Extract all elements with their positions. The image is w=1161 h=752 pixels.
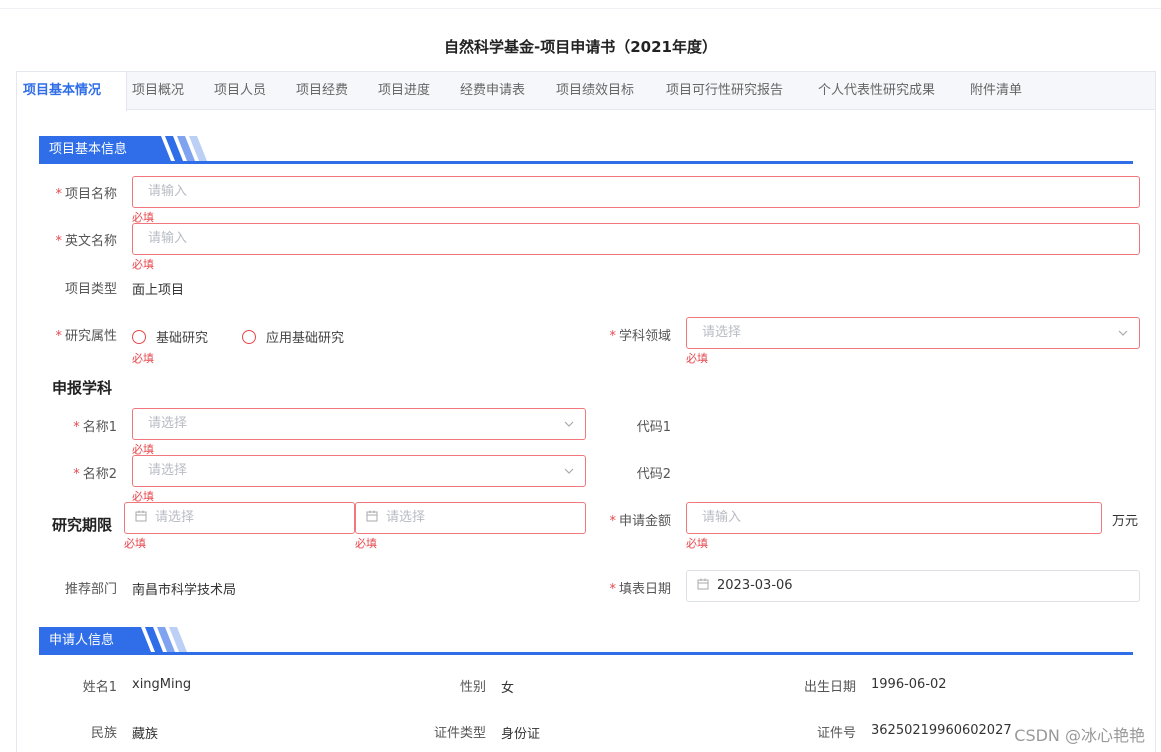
- section-header-basic: 项目基本信息: [39, 136, 1133, 164]
- english-name-input[interactable]: 请输入: [132, 223, 1140, 255]
- tab-personal-achievements[interactable]: 个人代表性研究成果: [818, 72, 935, 110]
- tab-project-overview[interactable]: 项目概况: [132, 72, 184, 110]
- radio-applied-research[interactable]: 应用基础研究: [242, 327, 344, 346]
- name2-select[interactable]: 请选择: [132, 455, 586, 487]
- project-name-label: * 项目名称: [55, 187, 117, 202]
- name2-label: * 名称2: [73, 467, 117, 482]
- radio-basic-research[interactable]: 基础研究: [132, 327, 208, 346]
- declare-subject-title: 申报学科: [52, 379, 113, 397]
- section-title: 项目基本信息: [39, 136, 151, 163]
- id-number-value: 362502199606020273: [871, 723, 1011, 738]
- tab-project-progress[interactable]: 项目进度: [378, 72, 430, 110]
- apply-amount-input[interactable]: 请输入: [686, 502, 1102, 534]
- subject-area-select[interactable]: 请选择: [686, 317, 1140, 349]
- ethnicity-label: 民族: [90, 726, 117, 741]
- fill-date-label: * 填表日期: [609, 582, 671, 597]
- name1-label: * 名称1: [73, 420, 117, 435]
- tab-project-basic[interactable]: 项目基本情况: [17, 72, 127, 111]
- radio-circle-icon: [132, 329, 146, 344]
- applicant-name-value: xingMing: [132, 677, 192, 692]
- chevron-down-icon: [564, 421, 574, 427]
- period-end-date[interactable]: 请选择: [355, 502, 586, 534]
- tab-attachments[interactable]: 附件清单: [970, 72, 1022, 110]
- page-title: 自然科学基金-项目申请书（2021年度）: [444, 38, 717, 56]
- apply-amount-error: 必填: [686, 537, 708, 550]
- top-divider: [0, 8, 1161, 9]
- name1-select[interactable]: 请选择: [132, 408, 586, 440]
- id-type-value: 身份证: [501, 727, 541, 742]
- code1-label: 代码1: [636, 420, 671, 435]
- code2-label: 代码2: [636, 467, 671, 482]
- gender-label: 性别: [459, 680, 486, 695]
- id-type-label: 证件类型: [433, 726, 486, 741]
- recommend-dept-value: 南昌市科学技术局: [132, 583, 237, 598]
- recommend-dept-label: 推荐部门: [64, 582, 117, 597]
- birth-date-label: 出生日期: [803, 680, 856, 695]
- period-end-error: 必填: [355, 537, 377, 550]
- tab-feasibility-report[interactable]: 项目可行性研究报告: [666, 72, 783, 110]
- stripe-decoration-icon: [131, 627, 187, 652]
- birth-date-value: 1996-06-02: [871, 677, 947, 692]
- fill-date-picker[interactable]: 2023-03-06: [686, 570, 1140, 602]
- stripe-decoration-icon: [151, 136, 207, 161]
- calendar-icon: [697, 578, 709, 590]
- project-type-value: 面上项目: [132, 283, 185, 298]
- chevron-down-icon: [1118, 330, 1128, 336]
- ethnicity-value: 藏族: [132, 727, 159, 742]
- id-number-label: 证件号: [816, 726, 856, 741]
- section-title: 申请人信息: [39, 627, 131, 654]
- project-type-label: 项目类型: [64, 282, 117, 297]
- english-name-error: 必填: [132, 258, 154, 271]
- english-name-label: * 英文名称: [55, 234, 117, 249]
- project-name-input[interactable]: 请输入: [132, 176, 1140, 208]
- amount-unit: 万元: [1112, 514, 1139, 529]
- subject-area-error: 必填: [686, 352, 708, 365]
- subject-area-label: * 学科领域: [609, 329, 671, 344]
- watermark: CSDN @冰心艳艳: [1014, 726, 1145, 745]
- research-period-title: 研究期限: [52, 516, 113, 534]
- tab-funding-table[interactable]: 经费申请表: [460, 72, 525, 110]
- apply-amount-label: * 申请金额: [609, 514, 671, 529]
- section-underline: [39, 161, 1133, 164]
- tab-project-funds[interactable]: 项目经费: [296, 72, 348, 110]
- radio-circle-icon: [242, 329, 256, 344]
- research-attr-label: * 研究属性: [55, 329, 117, 344]
- applicant-name-label: 姓名1: [82, 680, 117, 695]
- calendar-icon: [366, 510, 378, 522]
- calendar-icon: [135, 510, 147, 522]
- period-start-date[interactable]: 请选择: [124, 502, 355, 534]
- section-header-applicant: 申请人信息: [39, 627, 1133, 655]
- gender-value: 女: [501, 681, 515, 696]
- research-attr-error: 必填: [132, 352, 154, 365]
- tab-project-staff[interactable]: 项目人员: [214, 72, 266, 110]
- chevron-down-icon: [564, 468, 574, 474]
- section-underline: [39, 652, 1133, 655]
- tab-bar: 项目基本情况 项目概况 项目人员 项目经费 项目进度 经费申请表 项目绩效目标 …: [17, 72, 1155, 111]
- tab-performance-goals[interactable]: 项目绩效目标: [556, 72, 634, 110]
- period-start-error: 必填: [124, 537, 146, 550]
